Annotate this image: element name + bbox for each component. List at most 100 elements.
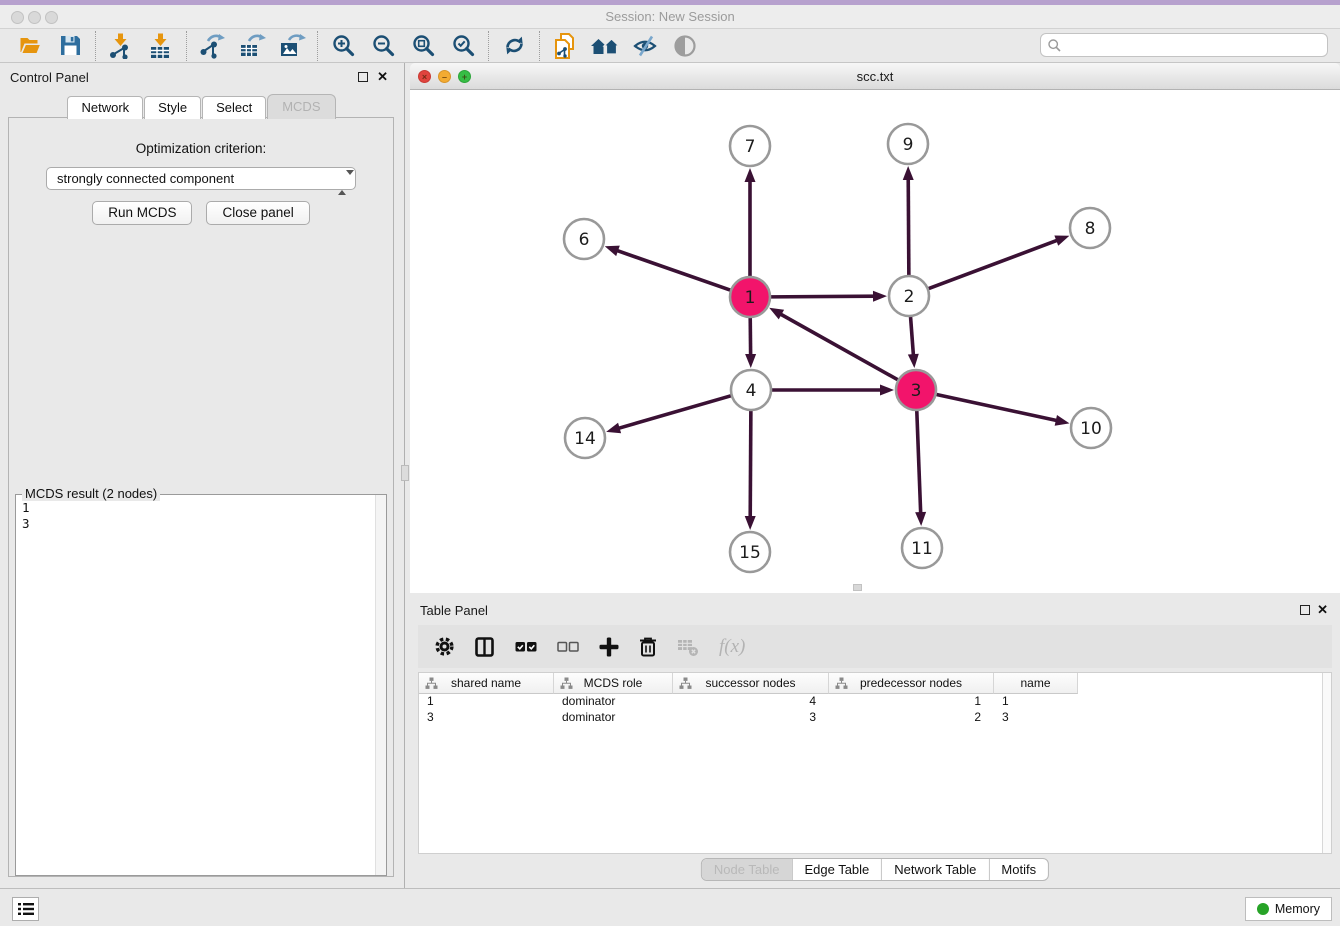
search-field[interactable] xyxy=(1040,33,1328,57)
delete-columns-button[interactable] xyxy=(639,636,657,657)
float-panel-icon[interactable] xyxy=(358,72,368,82)
tab-edge-table[interactable]: Edge Table xyxy=(791,859,881,880)
function-builder-button[interactable]: f(x) xyxy=(719,636,745,658)
show-all-button[interactable] xyxy=(665,31,705,61)
zoom-in-button[interactable] xyxy=(323,31,363,61)
graph-edge-arrowhead xyxy=(908,354,919,368)
plus-icon xyxy=(599,637,619,657)
graph-edge-4-15[interactable] xyxy=(750,411,751,518)
column-header-shared-name[interactable]: shared name xyxy=(419,673,554,694)
export-network-icon xyxy=(199,33,226,59)
export-image-button[interactable] xyxy=(272,31,312,61)
zoom-selected-button[interactable] xyxy=(443,31,483,61)
table-panel-title: Table Panel xyxy=(420,603,488,618)
close-panel-button[interactable]: Close panel xyxy=(206,201,309,225)
refresh-view-button[interactable] xyxy=(494,31,534,61)
table-cell[interactable]: dominator xyxy=(554,694,673,710)
network-canvas[interactable]: 7968124314101511 xyxy=(410,90,1340,593)
column-header-successor-nodes[interactable]: successor nodes xyxy=(673,673,829,694)
show-columns-button[interactable] xyxy=(475,637,495,657)
column-type-icon xyxy=(425,677,438,690)
tab-node-table[interactable]: Node Table xyxy=(702,859,792,880)
graph-edge-3-11[interactable] xyxy=(917,411,921,514)
table-cell[interactable]: 3 xyxy=(419,710,554,726)
criterion-value: strongly connected component xyxy=(57,171,234,186)
fx-icon: f(x) xyxy=(719,636,745,658)
select-all-columns-button[interactable] xyxy=(515,640,537,654)
close-table-panel-icon[interactable]: ✕ xyxy=(1317,602,1328,618)
graph-edge-1-6[interactable] xyxy=(616,250,730,290)
result-line: 3 xyxy=(22,516,375,532)
houses-icon xyxy=(590,34,620,58)
import-table-icon xyxy=(148,33,174,59)
table-row[interactable]: 1dominator411 xyxy=(419,694,1331,710)
graph-edge-3-10[interactable] xyxy=(937,394,1058,420)
zoom-fit-button[interactable] xyxy=(403,31,443,61)
tab-network[interactable]: Network xyxy=(67,96,143,119)
table-row[interactable]: 3dominator323 xyxy=(419,710,1331,726)
float-table-panel-icon[interactable] xyxy=(1300,605,1310,615)
table-cell[interactable]: 1 xyxy=(829,694,994,710)
graph-edge-2-8[interactable] xyxy=(929,240,1059,289)
clone-network-button[interactable] xyxy=(545,31,585,61)
column-header-MCDS-role[interactable]: MCDS role xyxy=(554,673,673,694)
graph-edge-arrowhead xyxy=(769,308,784,320)
status-bar: Memory xyxy=(0,888,1340,926)
column-header-name[interactable]: name xyxy=(994,673,1078,694)
canvas-resize-handle[interactable] xyxy=(853,584,862,591)
zoom-out-button[interactable] xyxy=(363,31,403,61)
add-column-button[interactable] xyxy=(599,637,619,657)
tab-mcds[interactable]: MCDS xyxy=(267,94,335,119)
table-cell[interactable]: 1 xyxy=(419,694,554,710)
table-tabs-zone: Node TableEdge TableNetwork TableMotifs xyxy=(410,854,1340,888)
save-icon xyxy=(58,33,83,58)
network-window-title: scc.txt xyxy=(410,63,1340,90)
export-table-button[interactable] xyxy=(232,31,272,61)
result-scrollbar[interactable] xyxy=(375,495,386,875)
tab-select[interactable]: Select xyxy=(202,96,266,119)
column-header-label: shared name xyxy=(451,676,521,690)
table-cell[interactable]: 3 xyxy=(994,710,1078,726)
search-input[interactable] xyxy=(1062,38,1327,52)
export-network-button[interactable] xyxy=(192,31,232,61)
graph-edge-1-2[interactable] xyxy=(771,296,875,297)
save-session-button[interactable] xyxy=(50,31,90,61)
run-mcds-button[interactable]: Run MCDS xyxy=(92,201,192,225)
close-panel-icon[interactable]: ✕ xyxy=(377,69,388,85)
table-cell[interactable]: 1 xyxy=(994,694,1078,710)
open-file-button[interactable] xyxy=(10,31,50,61)
table-cell[interactable]: 2 xyxy=(829,710,994,726)
tab-style[interactable]: Style xyxy=(144,96,201,119)
optimization-criterion-select[interactable]: strongly connected component xyxy=(46,167,356,190)
column-header-predecessor-nodes[interactable]: predecessor nodes xyxy=(829,673,994,694)
mcds-result-text[interactable]: 13 xyxy=(16,496,375,875)
unselect-all-columns-button[interactable] xyxy=(557,640,579,654)
table-toolbar: f(x) xyxy=(418,625,1332,668)
import-network-button[interactable] xyxy=(101,31,141,61)
import-table-button[interactable] xyxy=(141,31,181,61)
table-cell[interactable]: 3 xyxy=(673,710,829,726)
eye-slash-icon xyxy=(632,33,658,59)
graph-edge-3-1[interactable] xyxy=(780,314,898,380)
tab-motifs[interactable]: Motifs xyxy=(988,859,1048,880)
table-settings-button[interactable] xyxy=(434,636,455,657)
network-window-titlebar[interactable]: scc.txt xyxy=(410,63,1340,90)
graph-edge-arrowhead xyxy=(1055,415,1070,426)
splitter-handle[interactable] xyxy=(401,465,409,481)
hide-selected-button[interactable] xyxy=(625,31,665,61)
result-line: 1 xyxy=(22,500,375,516)
task-history-button[interactable] xyxy=(12,897,39,921)
first-neighbors-button[interactable] xyxy=(585,31,625,61)
graph-edge-2-9[interactable] xyxy=(908,178,909,275)
table-cell[interactable]: 4 xyxy=(673,694,829,710)
table-scrollbar[interactable] xyxy=(1322,673,1331,853)
table-tabs: Node TableEdge TableNetwork TableMotifs xyxy=(701,858,1049,881)
graph-edge-2-3[interactable] xyxy=(911,317,914,356)
graph-edge-arrowhead xyxy=(873,291,887,302)
graph-edge-4-14[interactable] xyxy=(618,396,731,429)
node-table[interactable]: shared name MCDS rolesuccessor nodesprede… xyxy=(418,672,1332,854)
memory-button[interactable]: Memory xyxy=(1245,897,1332,921)
tab-network-table[interactable]: Network Table xyxy=(881,859,988,880)
delete-table-button[interactable] xyxy=(677,637,699,657)
table-cell[interactable]: dominator xyxy=(554,710,673,726)
